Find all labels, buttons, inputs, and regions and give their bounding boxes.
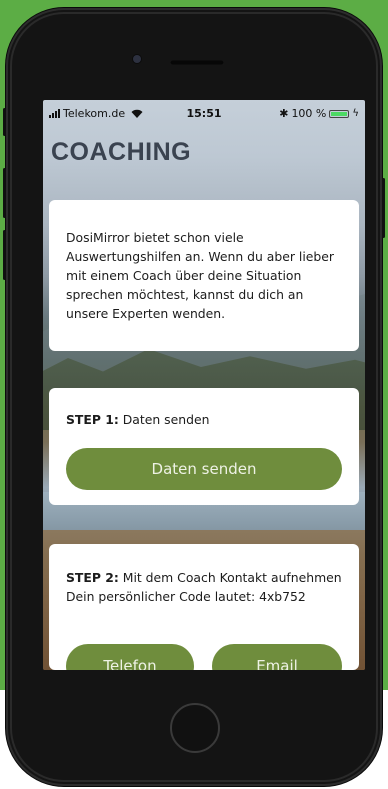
- step2-card: STEP 2: Mit dem Coach Kontakt aufnehmen …: [49, 544, 359, 670]
- volume-up-button: [3, 168, 6, 218]
- mute-switch: [3, 108, 6, 136]
- battery-icon: [329, 109, 350, 118]
- step2-label: STEP 2:: [66, 570, 119, 585]
- charging-icon: ϟ: [352, 108, 359, 119]
- intro-text: DosiMirror bietet schon viele Auswertung…: [66, 230, 335, 321]
- bluetooth-icon: ✱: [279, 107, 289, 120]
- page-title: COACHING: [51, 138, 192, 166]
- email-button[interactable]: Email: [212, 644, 342, 670]
- step1-label: STEP 1:: [66, 412, 119, 427]
- step1-card: STEP 1: Daten senden Daten senden: [49, 388, 359, 505]
- send-data-button[interactable]: Daten senden: [66, 448, 342, 490]
- battery-percent: 100 %: [291, 107, 327, 120]
- status-bar: Telekom.de 15:51 ✱ 100 % ϟ: [43, 100, 365, 126]
- screen: Telekom.de 15:51 ✱ 100 % ϟ COACHING Dosi…: [43, 100, 365, 670]
- phone-button[interactable]: Telefon: [66, 644, 194, 670]
- step1-text: Daten senden: [118, 412, 210, 427]
- volume-down-button: [3, 230, 6, 280]
- intro-card: DosiMirror bietet schon viele Auswertung…: [49, 200, 359, 351]
- power-button: [382, 178, 385, 238]
- phone-frame: Telekom.de 15:51 ✱ 100 % ϟ COACHING Dosi…: [3, 8, 385, 786]
- earpiece-speaker: [170, 60, 224, 65]
- home-button[interactable]: [170, 703, 220, 753]
- front-camera: [133, 55, 141, 63]
